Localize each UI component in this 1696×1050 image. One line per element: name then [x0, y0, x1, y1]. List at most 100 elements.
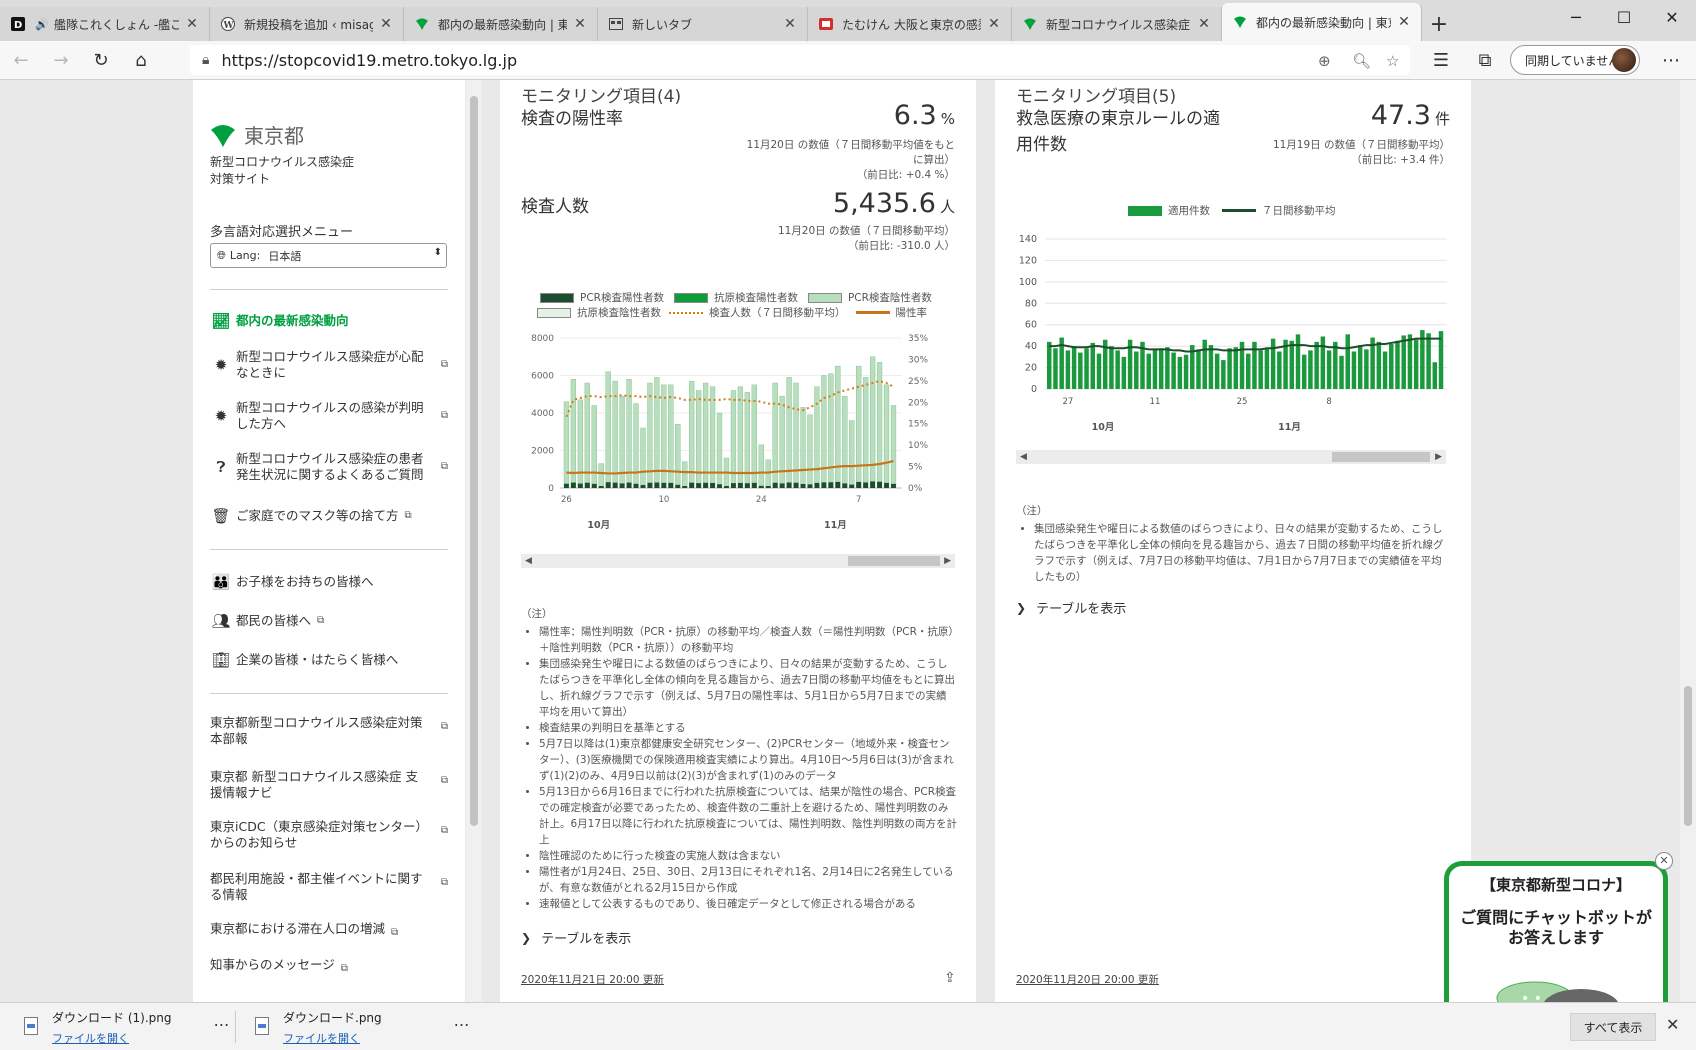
more-options-icon[interactable]: ⋯ [454, 1015, 470, 1034]
bar [1227, 348, 1232, 389]
open-file-link[interactable]: ファイルを開く [52, 1030, 171, 1046]
close-icon[interactable]: ✕ [1655, 852, 1673, 870]
external-link-icon: ⧉ [317, 615, 325, 626]
show-table-toggle[interactable]: ❯ テーブルを表示 [1016, 598, 1126, 618]
browser-tab[interactable]: 都内の最新感染動向 | 東京 ✕ [404, 7, 598, 41]
show-all-downloads-button[interactable]: すべて表示 [1570, 1013, 1656, 1041]
bar-negative [758, 444, 764, 489]
back-button[interactable]: ← [2, 44, 40, 76]
bar-negative [577, 399, 583, 489]
card-category: モニタリング項目(5) [1016, 87, 1177, 107]
bar-positive [870, 481, 876, 488]
browser-tab-active[interactable]: 都内の最新感染動向 | 東京 ✕ [1222, 3, 1422, 41]
open-file-link[interactable]: ファイルを開く [283, 1030, 382, 1046]
home-button[interactable]: ⌂ [122, 44, 160, 76]
legend-swatch[interactable] [673, 292, 708, 303]
collections-icon[interactable]: ⧉ [1466, 44, 1504, 76]
sidebar-item-parents[interactable]: 👪︎ お子様をお持ちの皆様へ [210, 574, 448, 590]
browser-tab[interactable]: たむけん 大阪と東京の感染 ✕ [808, 7, 1012, 41]
close-tab-icon[interactable]: ✕ [1197, 16, 1211, 32]
sidebar-item-worried[interactable]: ✹ 新型コロナウイルス感染症が心配なときに ⧉ [210, 349, 448, 381]
chart-scroll-thumb[interactable] [1332, 452, 1430, 462]
page-scroll-thumb[interactable] [1684, 686, 1692, 826]
close-tab-icon[interactable]: ✕ [1397, 14, 1411, 30]
scroll-left-icon[interactable]: ◀ [525, 554, 532, 568]
browser-tab[interactable]: 新型コロナウイルス感染症のP ✕ [1012, 7, 1222, 41]
maximize-button[interactable]: ☐ [1600, 0, 1648, 34]
reload-button[interactable]: ↻ [82, 44, 120, 76]
site-logo[interactable]: 東京都 [210, 120, 304, 149]
parent-child-icon: 👪︎ [211, 573, 231, 591]
tokyo-ginkgo-icon [1232, 14, 1248, 30]
legend-swatch[interactable] [540, 292, 574, 303]
new-tab-button[interactable]: + [1422, 7, 1456, 41]
more-options-icon[interactable]: ⋯ [213, 1015, 229, 1034]
close-tab-icon[interactable]: ✕ [185, 16, 199, 32]
link-population-change[interactable]: 東京都における滞在人口の増減 ⧉ [210, 921, 448, 941]
y2-tick-label: 35% [908, 334, 928, 344]
sidebar-item-faq[interactable]: ❓︎ 新型コロナウイルス感染症の患者発生状況に関するよくあるご質問 ⧉ [210, 451, 448, 483]
sidebar-item-infection-trends[interactable]: 📈︎ 都内の最新感染動向 [210, 313, 448, 329]
link-icdc[interactable]: 東京iCDC（東京感染症対策センター）からのお知らせ ⧉ [210, 819, 448, 851]
sidebar-scrollbar[interactable] [466, 80, 482, 1002]
bar-negative [869, 356, 876, 489]
chart-scrollbar[interactable]: ◀ ▶ [1016, 450, 1446, 464]
legend-swatch[interactable] [1222, 209, 1256, 212]
url-input[interactable]: 🔒︎ https://stopcovid19.metro.tokyo.lg.jp… [190, 45, 1410, 75]
close-tab-icon[interactable]: ✕ [783, 16, 797, 32]
sidebar-item-citizens[interactable]: 👥︎ 都民の皆様へ ⧉ [210, 613, 448, 629]
updated-link[interactable]: 2020年11月20日 20:00 更新 [1016, 972, 1159, 987]
legend-swatch[interactable] [1128, 205, 1162, 216]
close-tab-icon[interactable]: ✕ [379, 16, 393, 32]
download-item[interactable]: ダウンロード (1).png ファイルを開く ⋯ [14, 1009, 229, 1046]
show-table-toggle[interactable]: ❯ テーブルを表示 [521, 928, 631, 948]
minimize-button[interactable]: ─ [1552, 0, 1600, 34]
close-window-button[interactable]: ✕ [1648, 0, 1696, 34]
profile-sync-button[interactable]: 同期していません [1510, 45, 1640, 75]
scroll-left-icon[interactable]: ◀ [1020, 450, 1027, 464]
monitoring-card-4: モニタリング項目(4) 検査の陽性率 6.3% 11月20日 の数値（７日間移動… [500, 80, 976, 1002]
legend-swatch[interactable] [807, 292, 842, 303]
sidebar-item-mask-disposal[interactable]: 🗑︎ ご家庭でのマスク等の捨て方 ⧉ [210, 508, 448, 524]
bar-positive [675, 484, 681, 488]
link-support-navi[interactable]: 東京都 新型コロナウイルス感染症 支援情報ナビ ⧉ [210, 769, 448, 801]
share-icon[interactable]: ⇪ [944, 970, 956, 986]
link-hq-report[interactable]: 東京都新型コロナウイルス感染症対策本部報 ⧉ [210, 715, 448, 747]
chatbot-title: 【東京都新型コロナ】 [1480, 876, 1631, 894]
language-select[interactable]: 🌐︎ Lang: 日本語 ⬍ [210, 243, 447, 268]
close-tab-icon[interactable]: ✕ [987, 16, 1001, 32]
forward-button[interactable]: → [42, 44, 80, 76]
sidebar-scroll-thumb[interactable] [470, 96, 478, 826]
more-menu-icon[interactable]: ⋯ [1652, 44, 1690, 76]
lock-icon[interactable]: 🔒︎ [202, 52, 209, 68]
browser-tab[interactable]: D 🔊 艦隊これくしょん -艦これ- ✕ [0, 7, 210, 41]
close-download-bar-icon[interactable]: ✕ [1666, 1015, 1679, 1034]
scroll-right-icon[interactable]: ▶ [944, 554, 951, 568]
chart-notes: （注） 陽性率：陽性判明数（PCR・抗原）の移動平均／検査人数（＝陽性判明数（P… [521, 606, 957, 912]
scroll-right-icon[interactable]: ▶ [1435, 450, 1442, 464]
link-facilities-events[interactable]: 都民利用施設・都主催イベントに関する情報 ⧉ [210, 871, 448, 903]
chart-scroll-thumb[interactable] [848, 556, 940, 566]
download-item[interactable]: ダウンロード.png ファイルを開く ⋯ [245, 1009, 470, 1046]
close-tab-icon[interactable]: ✕ [573, 16, 587, 32]
updated-link[interactable]: 2020年11月21日 20:00 更新 [521, 972, 664, 987]
zoom-icon[interactable]: 🔍︎ [1352, 52, 1371, 70]
chatbot-banner[interactable]: ✕ 【東京都新型コロナ】 ご質問にチャットボットが お答えします • • • •… [1444, 852, 1673, 1002]
add-app-icon[interactable]: ⊕ [1318, 52, 1331, 70]
favorites-icon[interactable]: ☰ [1422, 44, 1460, 76]
legend-swatch[interactable] [855, 311, 890, 314]
bar [1152, 349, 1158, 389]
link-governor-message[interactable]: 知事からのメッセージ ⧉ [210, 957, 448, 977]
browser-tab[interactable]: 新しいタブ ✕ [598, 7, 808, 41]
legend-swatch[interactable] [669, 311, 703, 314]
audio-icon[interactable]: 🔊 [34, 16, 50, 32]
sidebar-item-businesses[interactable]: 🏢︎ 企業の皆様・はたらく皆様へ [210, 652, 448, 668]
sidebar-item-infected[interactable]: ✹ 新型コロナウイルスの感染が判明した方へ ⧉ [210, 400, 448, 432]
favorite-star-icon[interactable]: ☆ [1386, 52, 1399, 70]
page-scrollbar[interactable] [1680, 80, 1696, 1002]
divider [210, 693, 448, 694]
browser-tab[interactable]: W 新規投稿を追加 ‹ misagoの ✕ [210, 7, 404, 41]
chart-scrollbar[interactable]: ◀ ▶ [521, 554, 955, 568]
bar [1078, 352, 1083, 389]
legend-swatch[interactable] [537, 307, 571, 318]
